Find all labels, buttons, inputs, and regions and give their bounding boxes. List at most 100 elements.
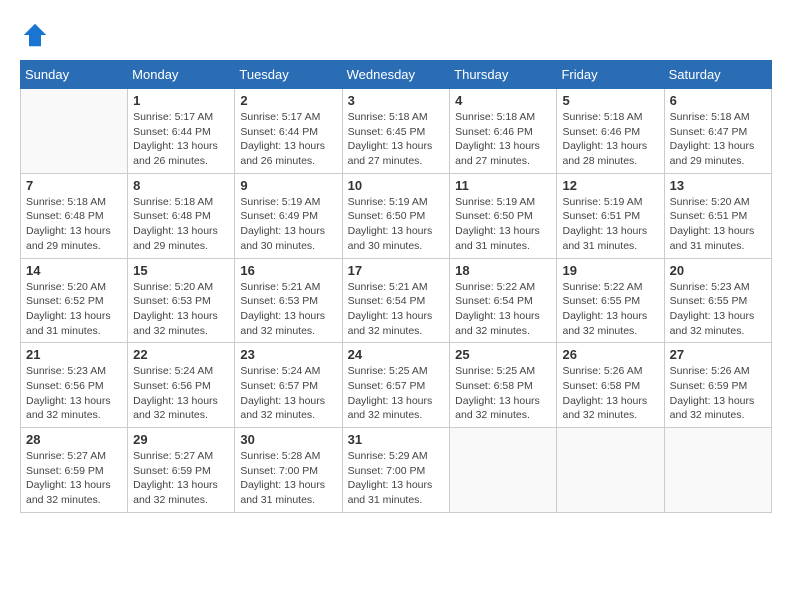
day-info: Sunrise: 5:27 AM Sunset: 6:59 PM Dayligh…: [26, 449, 122, 508]
day-info: Sunrise: 5:19 AM Sunset: 6:49 PM Dayligh…: [240, 195, 336, 254]
day-info: Sunrise: 5:25 AM Sunset: 6:57 PM Dayligh…: [348, 364, 445, 423]
header-thursday: Thursday: [450, 61, 557, 89]
calendar-cell: 8 Sunrise: 5:18 AM Sunset: 6:48 PM Daylig…: [128, 173, 235, 258]
calendar-cell: 31Sunrise: 5:29 AM Sunset: 7:00 PM Dayli…: [342, 428, 450, 513]
day-number: 30: [240, 432, 336, 447]
calendar-cell: 20 Sunrise: 5:23 AM Sunset: 6:55 PM Dayli…: [664, 258, 771, 343]
calendar-cell: 2 Sunrise: 5:17 AM Sunset: 6:44 PM Daylig…: [235, 89, 342, 174]
day-number: 21: [26, 347, 122, 362]
day-info: Sunrise: 5:26 AM Sunset: 6:58 PM Dayligh…: [562, 364, 658, 423]
day-info: Sunrise: 5:23 AM Sunset: 6:55 PM Dayligh…: [670, 280, 766, 339]
day-info: Sunrise: 5:28 AM Sunset: 7:00 PM Dayligh…: [240, 449, 336, 508]
day-info: Sunrise: 5:24 AM Sunset: 6:56 PM Dayligh…: [133, 364, 229, 423]
calendar-cell: 27 Sunrise: 5:26 AM Sunset: 6:59 PM Dayli…: [664, 343, 771, 428]
day-number: 16: [240, 263, 336, 278]
header-monday: Monday: [128, 61, 235, 89]
calendar-cell: 1 Sunrise: 5:17 AM Sunset: 6:44 PM Daylig…: [128, 89, 235, 174]
calendar-cell: 16 Sunrise: 5:21 AM Sunset: 6:53 PM Dayli…: [235, 258, 342, 343]
day-number: 1: [133, 93, 229, 108]
header-wednesday: Wednesday: [342, 61, 450, 89]
week-row-4: 21 Sunrise: 5:23 AM Sunset: 6:56 PM Dayli…: [21, 343, 772, 428]
page-header: [20, 20, 772, 50]
day-info: Sunrise: 5:27 AM Sunset: 6:59 PM Dayligh…: [133, 449, 229, 508]
calendar-cell: 30 Sunrise: 5:28 AM Sunset: 7:00 PM Dayli…: [235, 428, 342, 513]
day-info: Sunrise: 5:19 AM Sunset: 6:50 PM Dayligh…: [348, 195, 445, 254]
day-info: Sunrise: 5:17 AM Sunset: 6:44 PM Dayligh…: [240, 110, 336, 169]
day-info: Sunrise: 5:22 AM Sunset: 6:55 PM Dayligh…: [562, 280, 658, 339]
day-info: Sunrise: 5:18 AM Sunset: 6:45 PM Dayligh…: [348, 110, 445, 169]
calendar-cell: 18 Sunrise: 5:22 AM Sunset: 6:54 PM Dayli…: [450, 258, 557, 343]
day-number: 13: [670, 178, 766, 193]
week-row-2: 7 Sunrise: 5:18 AM Sunset: 6:48 PM Daylig…: [21, 173, 772, 258]
day-info: Sunrise: 5:22 AM Sunset: 6:54 PM Dayligh…: [455, 280, 551, 339]
calendar-cell: 13 Sunrise: 5:20 AM Sunset: 6:51 PM Dayli…: [664, 173, 771, 258]
calendar-cell: 4 Sunrise: 5:18 AM Sunset: 6:46 PM Daylig…: [450, 89, 557, 174]
day-number: 17: [348, 263, 445, 278]
calendar-cell: 26 Sunrise: 5:26 AM Sunset: 6:58 PM Dayli…: [557, 343, 664, 428]
day-number: 12: [562, 178, 658, 193]
day-number: 24: [348, 347, 445, 362]
header-tuesday: Tuesday: [235, 61, 342, 89]
calendar-cell: 24 Sunrise: 5:25 AM Sunset: 6:57 PM Dayli…: [342, 343, 450, 428]
day-number: 27: [670, 347, 766, 362]
day-number: 8: [133, 178, 229, 193]
calendar-cell: 10 Sunrise: 5:19 AM Sunset: 6:50 PM Dayli…: [342, 173, 450, 258]
calendar-header-row: SundayMondayTuesdayWednesdayThursdayFrid…: [21, 61, 772, 89]
day-info: Sunrise: 5:20 AM Sunset: 6:52 PM Dayligh…: [26, 280, 122, 339]
calendar-cell: 5 Sunrise: 5:18 AM Sunset: 6:46 PM Daylig…: [557, 89, 664, 174]
day-number: 31: [348, 432, 445, 447]
day-number: 23: [240, 347, 336, 362]
day-number: 25: [455, 347, 551, 362]
calendar-cell: 17 Sunrise: 5:21 AM Sunset: 6:54 PM Dayli…: [342, 258, 450, 343]
day-number: 29: [133, 432, 229, 447]
day-number: 18: [455, 263, 551, 278]
day-number: 2: [240, 93, 336, 108]
logo: [20, 20, 54, 50]
day-number: 10: [348, 178, 445, 193]
week-row-5: 28 Sunrise: 5:27 AM Sunset: 6:59 PM Dayli…: [21, 428, 772, 513]
calendar-cell: 14Sunrise: 5:20 AM Sunset: 6:52 PM Dayli…: [21, 258, 128, 343]
calendar-cell: 29 Sunrise: 5:27 AM Sunset: 6:59 PM Dayli…: [128, 428, 235, 513]
day-info: Sunrise: 5:21 AM Sunset: 6:53 PM Dayligh…: [240, 280, 336, 339]
day-number: 19: [562, 263, 658, 278]
day-info: Sunrise: 5:23 AM Sunset: 6:56 PM Dayligh…: [26, 364, 122, 423]
calendar-cell: [21, 89, 128, 174]
day-number: 28: [26, 432, 122, 447]
day-number: 4: [455, 93, 551, 108]
calendar-cell: 21 Sunrise: 5:23 AM Sunset: 6:56 PM Dayli…: [21, 343, 128, 428]
calendar-cell: 23 Sunrise: 5:24 AM Sunset: 6:57 PM Dayli…: [235, 343, 342, 428]
day-number: 15: [133, 263, 229, 278]
day-number: 22: [133, 347, 229, 362]
day-info: Sunrise: 5:18 AM Sunset: 6:48 PM Dayligh…: [133, 195, 229, 254]
calendar-cell: 6Sunrise: 5:18 AM Sunset: 6:47 PM Daylig…: [664, 89, 771, 174]
day-info: Sunrise: 5:18 AM Sunset: 6:48 PM Dayligh…: [26, 195, 122, 254]
day-info: Sunrise: 5:20 AM Sunset: 6:51 PM Dayligh…: [670, 195, 766, 254]
day-number: 11: [455, 178, 551, 193]
day-info: Sunrise: 5:21 AM Sunset: 6:54 PM Dayligh…: [348, 280, 445, 339]
day-info: Sunrise: 5:24 AM Sunset: 6:57 PM Dayligh…: [240, 364, 336, 423]
calendar-cell: 19 Sunrise: 5:22 AM Sunset: 6:55 PM Dayli…: [557, 258, 664, 343]
calendar-cell: 28 Sunrise: 5:27 AM Sunset: 6:59 PM Dayli…: [21, 428, 128, 513]
calendar-cell: 11Sunrise: 5:19 AM Sunset: 6:50 PM Dayli…: [450, 173, 557, 258]
day-number: 7: [26, 178, 122, 193]
day-info: Sunrise: 5:18 AM Sunset: 6:46 PM Dayligh…: [562, 110, 658, 169]
day-number: 5: [562, 93, 658, 108]
day-info: Sunrise: 5:18 AM Sunset: 6:46 PM Dayligh…: [455, 110, 551, 169]
day-info: Sunrise: 5:17 AM Sunset: 6:44 PM Dayligh…: [133, 110, 229, 169]
day-number: 26: [562, 347, 658, 362]
calendar: SundayMondayTuesdayWednesdayThursdayFrid…: [20, 60, 772, 513]
calendar-cell: 7 Sunrise: 5:18 AM Sunset: 6:48 PM Daylig…: [21, 173, 128, 258]
day-info: Sunrise: 5:26 AM Sunset: 6:59 PM Dayligh…: [670, 364, 766, 423]
day-number: 3: [348, 93, 445, 108]
logo-icon: [20, 20, 50, 50]
calendar-cell: 22 Sunrise: 5:24 AM Sunset: 6:56 PM Dayli…: [128, 343, 235, 428]
calendar-cell: 12 Sunrise: 5:19 AM Sunset: 6:51 PM Dayli…: [557, 173, 664, 258]
week-row-1: 1 Sunrise: 5:17 AM Sunset: 6:44 PM Daylig…: [21, 89, 772, 174]
day-number: 9: [240, 178, 336, 193]
calendar-cell: 9 Sunrise: 5:19 AM Sunset: 6:49 PM Daylig…: [235, 173, 342, 258]
day-info: Sunrise: 5:20 AM Sunset: 6:53 PM Dayligh…: [133, 280, 229, 339]
day-info: Sunrise: 5:19 AM Sunset: 6:51 PM Dayligh…: [562, 195, 658, 254]
day-number: 20: [670, 263, 766, 278]
calendar-cell: 25Sunrise: 5:25 AM Sunset: 6:58 PM Dayli…: [450, 343, 557, 428]
header-sunday: Sunday: [21, 61, 128, 89]
